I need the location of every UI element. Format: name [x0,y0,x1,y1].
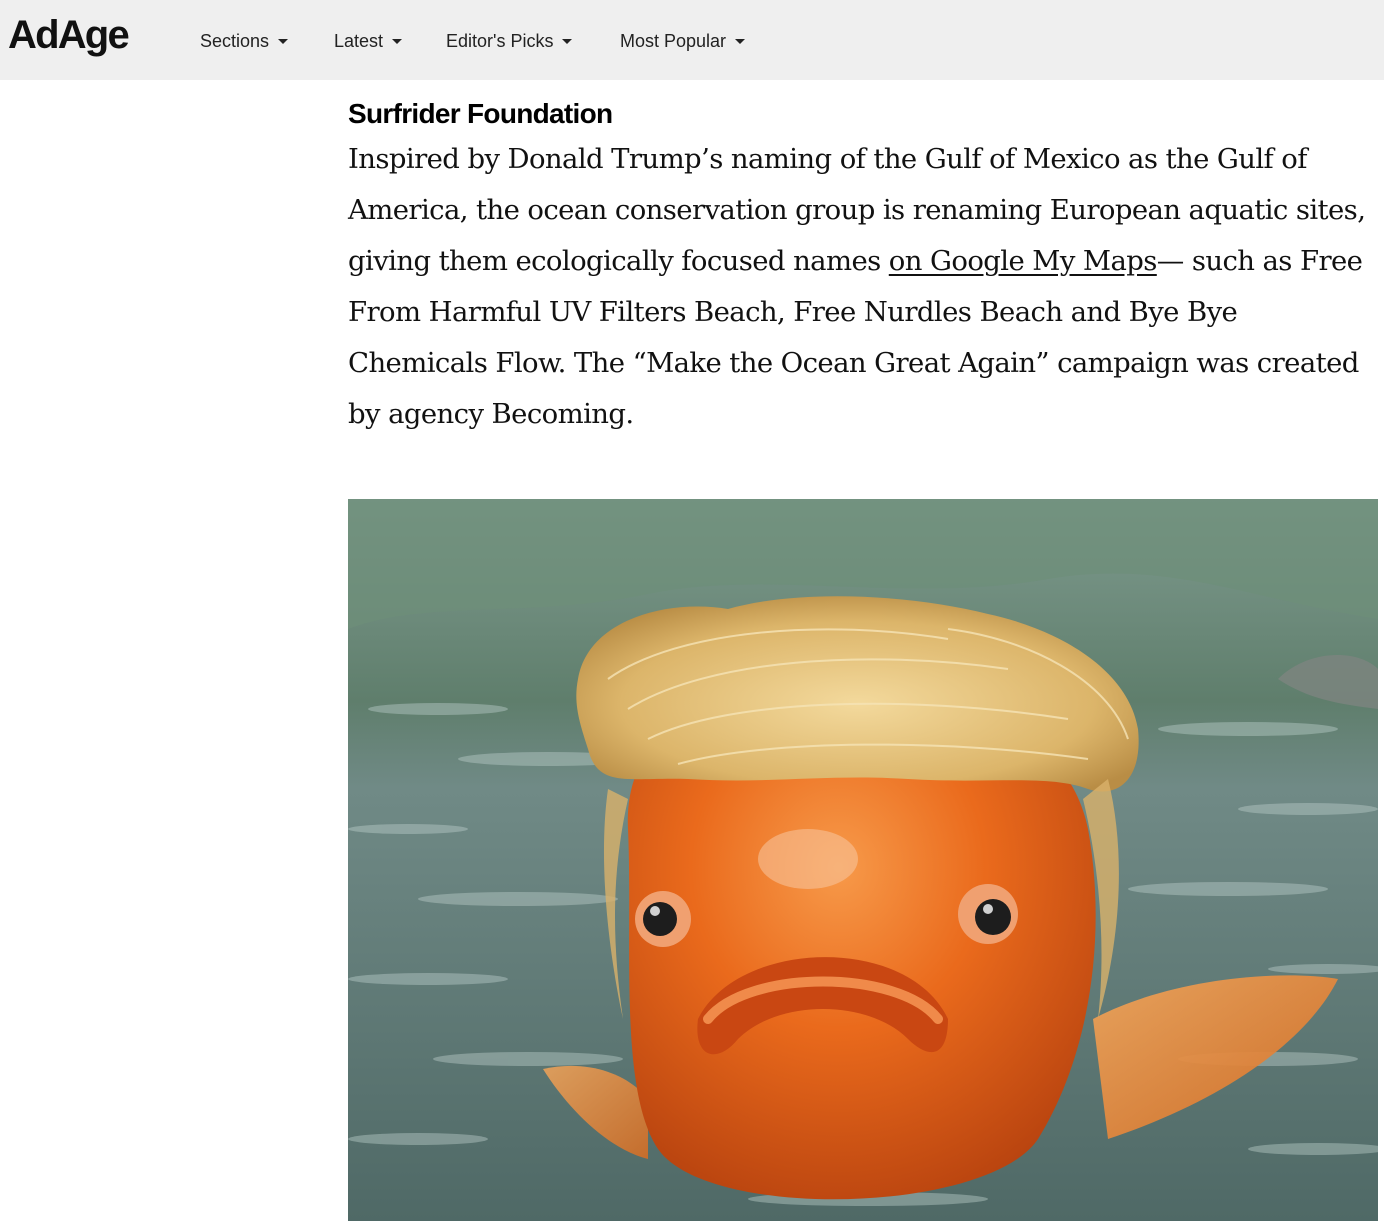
nav-latest[interactable]: Latest [334,28,403,54]
caret-down-icon [278,38,289,44]
nav-editors-picks[interactable]: Editor's Picks [446,28,573,54]
caret-down-icon [562,38,573,44]
google-my-maps-link[interactable]: on Google My Maps [889,245,1158,277]
adage-logo[interactable]: AdAge [8,10,130,60]
nav-most-popular[interactable]: Most Popular [620,28,746,54]
caret-down-icon [735,38,746,44]
article-body: Surfrider Foundation Inspired by Donald … [348,96,1378,440]
site-header: AdAge Sections Latest Editor's Picks Mos… [0,0,1384,80]
nav-sections-label: Sections [200,31,270,51]
section-title: Surfrider Foundation [348,98,613,129]
nav-latest-label: Latest [334,31,384,51]
nav-most-popular-label: Most Popular [620,31,727,51]
nav-editors-picks-label: Editor's Picks [446,31,554,51]
article-image [348,499,1378,1221]
goldfish-with-blond-hair-image [348,499,1378,1221]
caret-down-icon [392,38,403,44]
article-paragraph: Inspired by Donald Trump’s naming of the… [348,134,1378,440]
nav-sections[interactable]: Sections [200,28,289,54]
